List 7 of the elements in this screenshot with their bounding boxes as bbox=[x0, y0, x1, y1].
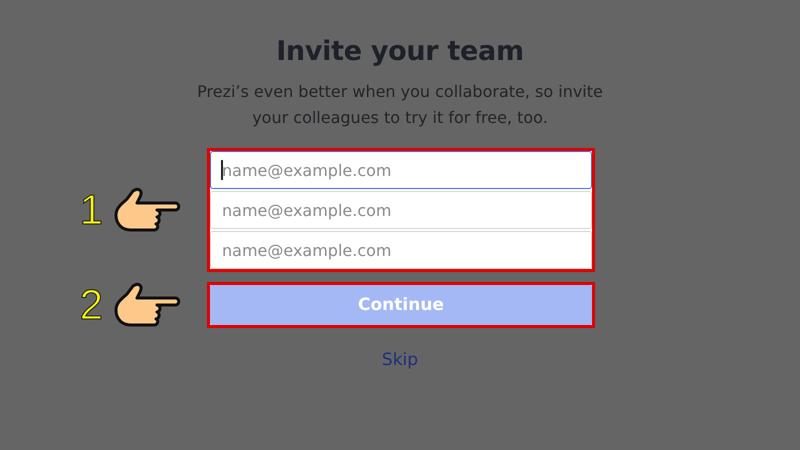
page-subtitle: Prezi’s even better when you collaborate, so invite your colleagues to try it for free, too. bbox=[196, 81, 604, 129]
skip-link[interactable]: Skip bbox=[382, 350, 418, 370]
text-cursor bbox=[221, 160, 223, 180]
page-title: Invite your team bbox=[276, 36, 524, 67]
step-number: 2 bbox=[80, 281, 103, 329]
step-number: 1 bbox=[80, 186, 103, 234]
email-field[interactable]: name@example.com bbox=[210, 151, 592, 189]
